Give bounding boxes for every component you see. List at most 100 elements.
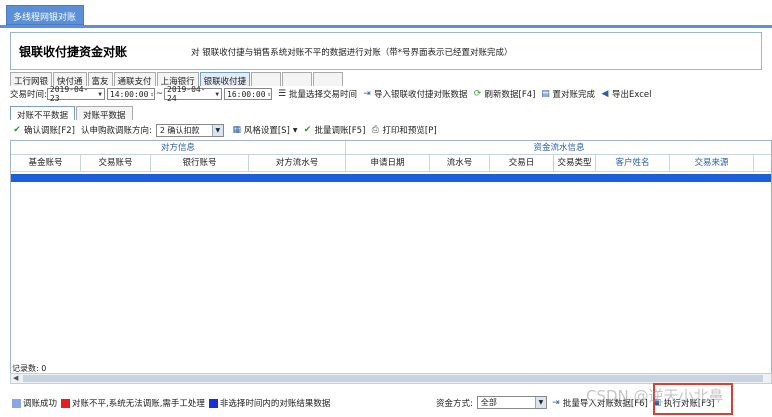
start-time-value: 14:00:00 xyxy=(109,89,149,99)
tab-unmatched[interactable]: 对账不平数据 xyxy=(10,106,76,121)
window-tab[interactable]: 多线程网银对账 xyxy=(6,5,84,25)
range-separator: ~ xyxy=(155,89,163,99)
group-counterparty: 对方信息 xyxy=(11,141,346,155)
col-trade-account[interactable]: 交易账号 xyxy=(81,155,151,172)
end-date-picker[interactable]: 2019-04-24 ▼ xyxy=(164,85,222,103)
selected-row[interactable] xyxy=(11,174,771,182)
start-time-picker[interactable]: 14:00:00 ⇕ xyxy=(106,88,155,100)
tab-unionpay[interactable]: 银联收付捷 xyxy=(199,72,251,87)
import-data-label: 导入银联收付捷对账数据 xyxy=(374,90,468,100)
start-date-value: 2019-04-23 xyxy=(49,85,89,103)
fund-mode-value: 全部 xyxy=(480,398,497,407)
chevron-down-icon[interactable]: ▼ xyxy=(293,127,298,134)
chevron-down-icon: ▼ xyxy=(98,90,102,98)
col-bank-account[interactable]: 银行账号 xyxy=(151,155,249,172)
group-fund-flow: 资金流水信息 xyxy=(346,141,771,155)
col-trade-day[interactable]: 交易日 xyxy=(490,155,554,172)
print-preview-label: 打印和预览[P] xyxy=(382,126,437,136)
check-icon: ✔ xyxy=(13,125,21,135)
tab-matched[interactable]: 对账平数据 xyxy=(76,106,133,121)
direction-select[interactable]: 2 确认扣款 ▼ xyxy=(155,123,224,137)
chevron-down-icon: ▼ xyxy=(215,90,219,98)
legend-item: 调账成功 xyxy=(12,397,57,409)
legend-item: 非选择时间内的对账结果数据 xyxy=(208,397,331,409)
style-settings-label: 风格设置[S] xyxy=(243,126,290,136)
end-time-picker[interactable]: 16:00:00 ⇕ xyxy=(224,88,272,100)
grid-icon: ▦ xyxy=(232,125,242,135)
page-description: 对 银联收付捷与销售系统对账不平的数据进行对账（带*号界面表示已经置对账完成） xyxy=(191,48,513,58)
action-toolbar: ✔ 确认调账[F2] 认申购款调账方向: 2 确认扣款 ▼ ▦ 风格设置[S] ▼ ✔… xyxy=(12,122,762,138)
fund-mode-label: 资金方式: xyxy=(436,398,473,409)
direction-label: 认申购款调账方向: xyxy=(80,126,152,136)
list-icon: ☰ xyxy=(277,89,287,99)
data-grid[interactable]: 对方信息 资金流水信息 基金账号 交易账号 银行账号 对方流水号 申请日期 流水… xyxy=(10,140,772,375)
filter-toolbar: 交易时间: 2019-04-23 ▼ 14:00:00 ⇕ ~ 2019-04-24… xyxy=(10,85,762,103)
style-settings-button[interactable]: ▦ 风格设置[S] xyxy=(232,124,290,136)
export-excel-button[interactable]: ◀ 导出Excel xyxy=(600,88,652,100)
refresh-label: 刷新数据[F4] xyxy=(484,90,536,100)
col-customer-name[interactable]: 客户姓名 xyxy=(596,155,670,172)
col-counterparty-serial[interactable]: 对方流水号 xyxy=(249,155,346,172)
export-icon: ◀ xyxy=(601,89,609,99)
spinner-icon: ⇕ xyxy=(150,90,155,98)
batch-adjust-button[interactable]: ✔ 批量调账[F5] xyxy=(302,124,366,136)
spinner-icon: ⇕ xyxy=(267,90,272,98)
tab-blank-1[interactable] xyxy=(251,72,282,86)
batch-select-time-button[interactable]: ☰ 批量选择交易时间 xyxy=(277,88,357,100)
legend-label: 对账不平,系统无法调账,需手工处理 xyxy=(72,399,205,409)
tab-icbc[interactable]: 工行网银 xyxy=(10,72,53,87)
bank-tabs: 工行网银 快付通 富友 通联支付 上海银行 银联收付捷 xyxy=(10,72,344,87)
scroll-left-icon[interactable]: ◀ xyxy=(13,374,18,382)
import-icon: ⇥ xyxy=(552,397,560,408)
col-apply-date[interactable]: 申请日期 xyxy=(346,155,430,172)
legend-item: 对账不平,系统无法调账,需手工处理 xyxy=(61,397,205,409)
column-header-row: 基金账号 交易账号 银行账号 对方流水号 申请日期 流水号 交易日 交易类型 客… xyxy=(11,155,771,172)
col-serial[interactable]: 流水号 xyxy=(430,155,490,172)
start-date-picker[interactable]: 2019-04-23 ▼ xyxy=(46,85,105,103)
tab-fuyou[interactable]: 富友 xyxy=(87,72,113,87)
watermark: CSDN @逆天小北鼻 xyxy=(586,387,724,405)
tab-bank-of-shanghai[interactable]: 上海银行 xyxy=(156,72,199,87)
legend-label: 非选择时间内的对账结果数据 xyxy=(219,399,331,409)
legend-swatch xyxy=(208,398,218,408)
col-trade-type[interactable]: 交易类型 xyxy=(554,155,596,172)
confirm-adjust-button[interactable]: ✔ 确认调账[F2] xyxy=(12,124,75,136)
col-extra xyxy=(754,155,771,172)
set-complete-button[interactable]: ▤ 置对账完成 xyxy=(540,88,595,100)
scrollbar-thumb[interactable] xyxy=(23,375,763,382)
set-complete-label: 置对账完成 xyxy=(552,90,595,100)
page-title: 银联收付捷资金对账 xyxy=(19,45,128,59)
import-data-button[interactable]: ⇥ 导入银联收付捷对账数据 xyxy=(362,88,468,100)
refresh-icon: ⟳ xyxy=(473,89,482,99)
check-icon: ✔ xyxy=(303,125,312,135)
end-date-value: 2019-04-24 xyxy=(167,85,206,103)
tab-blank-3[interactable] xyxy=(313,72,344,86)
status-legend: 调账成功 对账不平,系统无法调账,需手工处理 非选择时间内的对账结果数据 xyxy=(12,397,334,409)
col-trade-source[interactable]: 交易来源 xyxy=(670,155,754,172)
document-icon: ▤ xyxy=(541,89,550,99)
import-icon: ⇥ xyxy=(363,89,371,99)
tab-tonglian[interactable]: 通联支付 xyxy=(113,72,156,87)
end-time-value: 16:00:00 xyxy=(227,89,266,99)
direction-value: 2 确认扣款 xyxy=(159,125,200,135)
fund-mode-select[interactable]: 全部 ▼ xyxy=(476,396,547,409)
legend-label: 调账成功 xyxy=(23,399,58,409)
chevron-down-icon: ▼ xyxy=(211,124,223,136)
trade-time-label: 交易时间: xyxy=(10,90,47,100)
batch-adjust-label: 批量调账[F5] xyxy=(314,126,366,136)
page-header: 银联收付捷资金对账 对 银联收付捷与销售系统对账不平的数据进行对账（带*号界面表… xyxy=(10,32,762,70)
chevron-down-icon: ▼ xyxy=(534,397,546,408)
confirm-adjust-label: 确认调账[F2] xyxy=(24,126,75,136)
tab-kuaifutong[interactable]: 快付通 xyxy=(53,72,87,87)
view-tabs: 对账不平数据 对账平数据 xyxy=(10,106,134,121)
tab-blank-2[interactable] xyxy=(282,72,313,86)
legend-swatch xyxy=(12,398,21,408)
batch-select-time-label: 批量选择交易时间 xyxy=(289,90,358,100)
col-fund-account[interactable]: 基金账号 xyxy=(11,155,81,172)
legend-swatch xyxy=(61,398,71,408)
title-strip xyxy=(0,25,772,28)
group-header-row: 对方信息 资金流水信息 xyxy=(11,141,771,155)
refresh-button[interactable]: ⟳ 刷新数据[F4] xyxy=(473,88,536,100)
print-preview-button[interactable]: ⎙ 打印和预览[P] xyxy=(370,124,437,136)
printer-icon: ⎙ xyxy=(371,125,379,135)
